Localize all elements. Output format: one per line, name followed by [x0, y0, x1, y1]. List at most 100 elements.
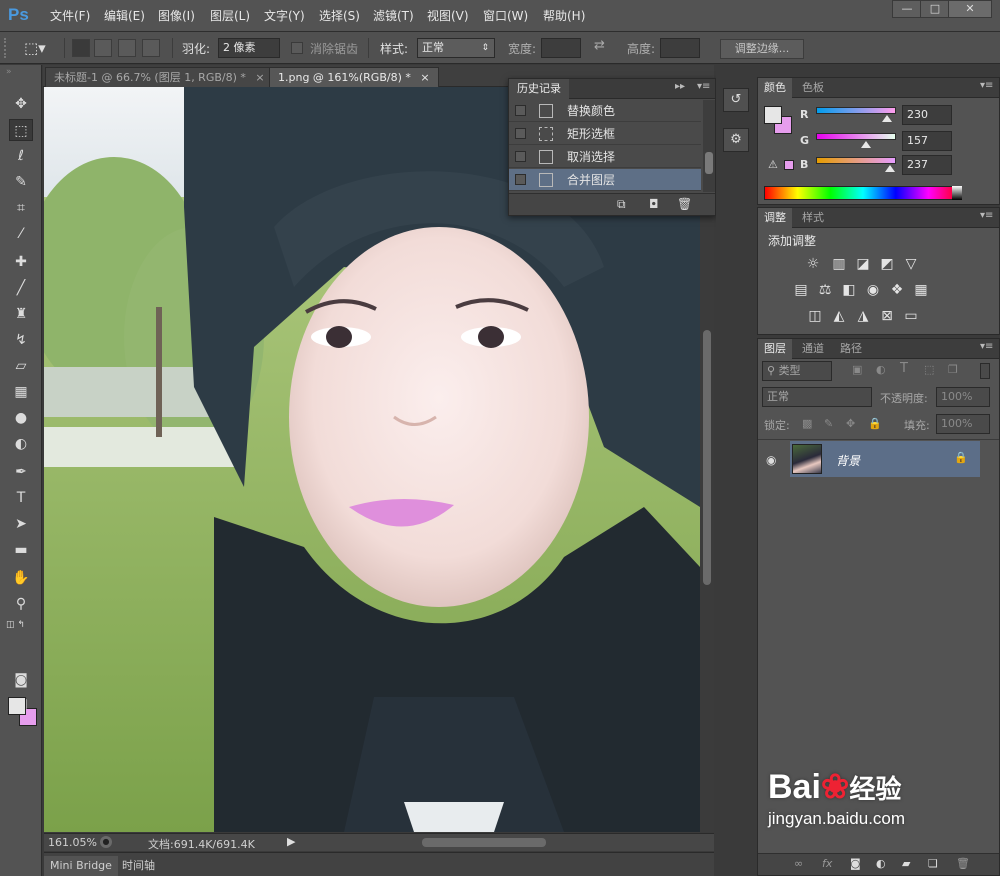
menu-help[interactable]: 帮助(H) — [543, 0, 585, 32]
marquee-preset-icon[interactable]: ⬚▾ — [24, 39, 48, 57]
exposure-icon[interactable]: ◩ — [878, 256, 896, 272]
eraser-tool-icon[interactable]: ▱ — [9, 355, 33, 377]
filter-toggle[interactable] — [980, 363, 990, 379]
quick-select-tool-icon[interactable]: ✎ — [9, 171, 33, 193]
lock-all-icon[interactable]: 🔒 — [868, 417, 882, 430]
trash-icon[interactable]: 🗑 — [956, 857, 970, 870]
menu-select[interactable]: 选择(S) — [319, 0, 360, 32]
dodge-tool-icon[interactable]: ◐ — [9, 433, 33, 455]
gamut-warning-icon[interactable]: ⚠ — [768, 158, 778, 171]
move-tool-icon[interactable]: ✥ — [9, 93, 33, 115]
lock-transparent-icon[interactable]: ▩ — [802, 417, 812, 430]
layer-name[interactable]: 背景 — [836, 452, 860, 469]
brush-tool-icon[interactable]: ╱ — [9, 277, 33, 299]
menu-image[interactable]: 图像(I) — [158, 0, 195, 32]
eye-visibility-icon[interactable]: ◉ — [766, 453, 776, 467]
tab-mini-bridge[interactable]: Mini Bridge — [44, 856, 118, 876]
history-scrollbar[interactable] — [703, 100, 715, 192]
blur-tool-icon[interactable]: ● — [9, 407, 33, 429]
tab-paths[interactable]: 路径 — [834, 339, 868, 359]
levels-icon[interactable]: ▥ — [830, 256, 848, 272]
subtract-selection-icon[interactable] — [118, 39, 136, 57]
new-layer-icon[interactable]: ❏ — [928, 857, 938, 870]
curves-icon[interactable]: ◪ — [854, 256, 872, 272]
filter-shape-icon[interactable]: ⬚ — [924, 363, 934, 376]
tab-layers[interactable]: 图层 — [758, 339, 792, 359]
color-balance-icon[interactable]: ⚖ — [816, 282, 834, 298]
menu-edit[interactable]: 编辑(E) — [104, 0, 145, 32]
camera-icon[interactable]: ◘ — [649, 197, 659, 211]
history-item[interactable]: 替换颜色 — [509, 100, 701, 122]
folder-icon[interactable]: ▰ — [902, 857, 910, 870]
collapse-icon[interactable]: » — [6, 67, 12, 77]
stamp-tool-icon[interactable]: ♜ — [9, 303, 33, 325]
horizontal-scrollbar-thumb[interactable] — [422, 838, 546, 847]
brightness-icon[interactable]: ☼ — [804, 256, 822, 272]
menu-window[interactable]: 窗口(W) — [483, 0, 528, 32]
history-checkbox[interactable] — [515, 128, 526, 139]
menu-file[interactable]: 文件(F) — [50, 0, 90, 32]
collapse-icon[interactable]: ▸▸ — [675, 81, 685, 92]
b-slider-thumb[interactable] — [885, 165, 895, 172]
lock-icon[interactable]: 🔒 — [954, 451, 968, 464]
crop-tool-icon[interactable]: ⌗ — [9, 197, 33, 219]
lasso-tool-icon[interactable]: ℓ — [9, 145, 33, 167]
panel-menu-icon[interactable]: ▾≡ — [980, 80, 993, 91]
selective-color-icon[interactable]: ⊠ — [878, 308, 896, 324]
threshold-icon[interactable]: ◮ — [854, 308, 872, 324]
r-slider[interactable] — [816, 107, 896, 114]
healing-tool-icon[interactable]: ✚ — [9, 251, 33, 273]
properties-panel-icon[interactable]: ⚙ — [723, 128, 749, 152]
tab-adjustments[interactable]: 调整 — [758, 208, 792, 228]
panel-menu-icon[interactable]: ▾≡ — [980, 341, 993, 352]
filter-adjust-icon[interactable]: ◐ — [876, 363, 886, 376]
grip-handle[interactable] — [4, 38, 10, 58]
trash-icon[interactable]: 🗑 — [677, 197, 692, 211]
history-panel-icon[interactable]: ↺ — [723, 88, 749, 112]
invert-icon[interactable]: ◫ — [806, 308, 824, 324]
filter-kind-select[interactable]: ⚲ 类型 — [762, 361, 832, 381]
panel-menu-icon[interactable]: ▾≡ — [980, 210, 993, 221]
eyedropper-tool-icon[interactable]: ⁄ — [9, 223, 33, 245]
feather-input[interactable]: 2 像素 — [218, 38, 280, 58]
path-select-tool-icon[interactable]: ➤ — [9, 513, 33, 535]
tab-channels[interactable]: 通道 — [796, 339, 830, 359]
tab-1-png[interactable]: 1.png @ 161%(RGB/8) * × — [269, 67, 439, 87]
g-slider-thumb[interactable] — [861, 141, 871, 148]
minimize-button[interactable]: — — [892, 0, 922, 18]
history-item[interactable]: 取消选择 — [509, 146, 701, 168]
close-window-button[interactable]: ✕ — [948, 0, 992, 18]
status-menu-icon[interactable]: ▶ — [287, 835, 295, 848]
black-white-icon[interactable]: ◧ — [840, 282, 858, 298]
posterize-icon[interactable]: ◭ — [830, 308, 848, 324]
gradient-map-icon[interactable]: ▭ — [902, 308, 920, 324]
refine-edge-button[interactable]: 调整边缘... — [720, 39, 804, 59]
close-icon[interactable]: × — [420, 71, 429, 84]
color-lookup-icon[interactable]: ▦ — [912, 282, 930, 298]
menu-type[interactable]: 文字(Y) — [264, 0, 305, 32]
tab-timeline[interactable]: 时间轴 — [116, 856, 161, 876]
history-checkbox[interactable] — [515, 174, 526, 185]
fx-icon[interactable]: fx — [822, 857, 832, 870]
foreground-color-swatch[interactable] — [8, 697, 26, 715]
history-checkbox[interactable] — [515, 105, 526, 116]
filter-pixel-icon[interactable]: ▣ — [852, 363, 862, 376]
lock-pixels-icon[interactable]: ✎ — [824, 417, 833, 430]
opacity-input[interactable]: 100% — [936, 387, 990, 407]
g-slider[interactable] — [816, 133, 896, 140]
color-spectrum[interactable] — [764, 186, 962, 200]
fill-input[interactable]: 100% — [936, 414, 990, 434]
layer-row-background[interactable]: 背景 🔒 — [790, 441, 980, 477]
tab-color[interactable]: 颜色 — [758, 78, 792, 98]
b-slider[interactable] — [816, 157, 896, 164]
menu-view[interactable]: 视图(V) — [427, 0, 469, 32]
hand-tool-icon[interactable]: ✋ — [9, 567, 33, 589]
zoom-level[interactable]: 161.05% — [48, 836, 97, 849]
maximize-button[interactable]: □ — [920, 0, 950, 18]
gamut-swatch[interactable] — [784, 160, 794, 170]
mask-icon[interactable]: ◙ — [850, 857, 861, 870]
type-tool-icon[interactable]: T — [9, 487, 33, 509]
r-value[interactable]: 230 — [902, 105, 952, 125]
quick-mask-icon[interactable]: ◙ — [9, 669, 33, 691]
new-document-icon[interactable]: ⧉ — [617, 197, 626, 212]
